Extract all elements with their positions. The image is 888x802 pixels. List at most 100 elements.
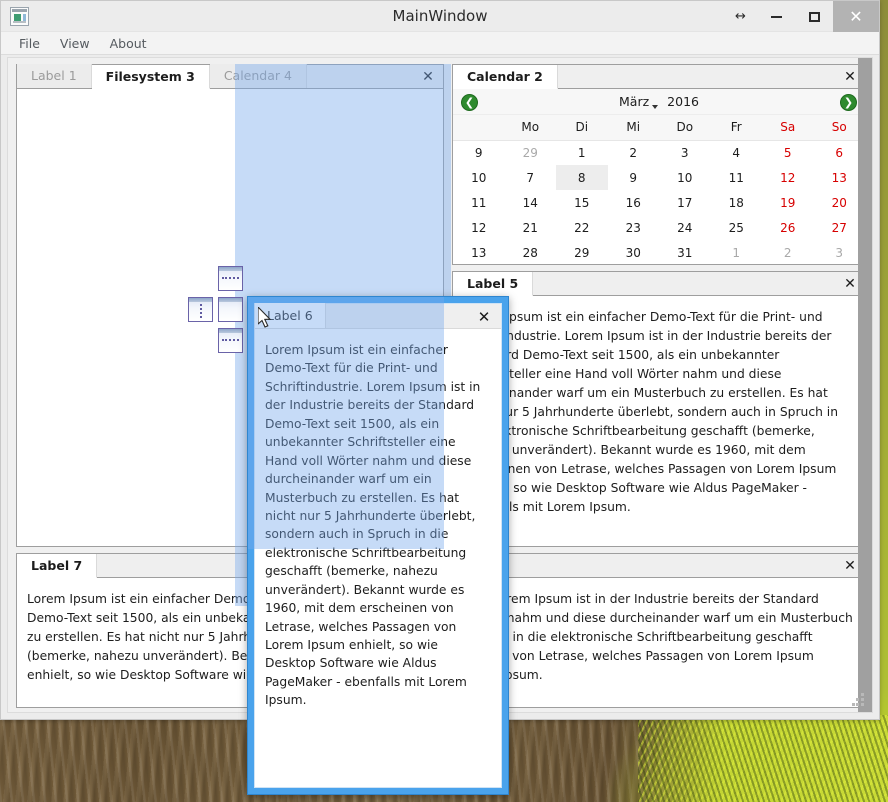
calendar-week-number: 11	[471, 195, 487, 210]
calendar-day-cell[interactable]: 9	[608, 165, 660, 190]
calendar-week-number: 10	[471, 170, 487, 185]
label5-body: Lorem Ipsum ist ein einfacher Demo-Text …	[453, 296, 865, 546]
resize-grip[interactable]	[852, 693, 866, 707]
calendar-day-cell[interactable]: 1	[556, 140, 608, 165]
panel-calendar-2: Calendar 2 ✕ ❮ März 2016 ❯ Mo Di Mi Do Fr Sa So…	[452, 64, 866, 265]
calendar-day-header: Mo	[504, 115, 556, 141]
tab-calendar-2[interactable]: Calendar 2	[453, 65, 558, 89]
calendar-week-row: 9 29 1 2 3 4 5 6	[453, 140, 865, 165]
calendar-grid: Mo Di Mi Do Fr Sa So 9 29 1 2 3 4 5 6 10 7 8 9 10 11 12 13 11 1…	[453, 115, 865, 264]
label5-close-icon[interactable]: ✕	[841, 275, 859, 293]
calendar-week-number: 13	[471, 245, 487, 260]
filesystem-close-icon[interactable]: ✕	[419, 68, 437, 86]
tab-label-7[interactable]: Label 7	[17, 554, 98, 578]
calendar-day-cell[interactable]: 23	[608, 215, 660, 240]
menu-item-view[interactable]: View	[50, 32, 100, 55]
dialog-close-icon[interactable]: ✕	[475, 308, 493, 326]
calendar-day-cell[interactable]: 3	[659, 140, 711, 165]
minimize-button[interactable]	[757, 1, 795, 32]
mouse-cursor	[258, 307, 274, 331]
calendar-day-cell[interactable]: 15	[556, 190, 608, 215]
dialog-text: Lorem Ipsum ist ein einfacher Demo-Text …	[255, 329, 501, 787]
calendar-close-icon[interactable]: ✕	[841, 68, 859, 86]
tab-filesystem-3[interactable]: Filesystem 3	[91, 65, 210, 89]
calendar-day-cell[interactable]: 29	[505, 140, 557, 165]
calendar-day-cell[interactable]: 26	[762, 215, 814, 240]
tab-label-5[interactable]: Label 5	[453, 272, 534, 296]
calendar-day-cell[interactable]: 4	[711, 140, 763, 165]
window-controls: ↔ ✕	[723, 1, 879, 32]
calendar-day-cell[interactable]: 2	[762, 240, 814, 264]
calendar-body: ❮ März 2016 ❯ Mo Di Mi Do Fr Sa So 9 29 1 2 3 4 5 6 10 7…	[453, 89, 865, 264]
calendar-day-cell[interactable]: 17	[659, 190, 711, 215]
calendar-day-cell[interactable]: 24	[659, 215, 711, 240]
calendar-day-header: Di	[556, 115, 608, 141]
dock-zone-bottom-icon[interactable]	[218, 328, 243, 353]
maximize-icon	[808, 11, 820, 22]
calendar-day-cell[interactable]: 12	[762, 165, 814, 190]
calendar-day-cell[interactable]: 29	[556, 240, 608, 264]
calendar-week-col-header	[453, 115, 505, 141]
panel-label-5: Label 5 ✕ Lorem Ipsum ist ein einfacher …	[452, 271, 866, 547]
calendar-day-cell[interactable]: 22	[556, 215, 608, 240]
calendar-day-cell[interactable]: 19	[762, 190, 814, 215]
calendar-prev-month-icon[interactable]: ❮	[461, 94, 478, 111]
calendar-day-cell[interactable]: 8	[556, 165, 608, 190]
tab-calendar-4[interactable]: Calendar 4	[209, 64, 307, 88]
dock-zone-left-icon[interactable]	[188, 297, 213, 322]
calendar-day-cell[interactable]: 21	[505, 215, 557, 240]
floating-dialog-label-6: Label 6 ✕ Lorem Ipsum ist ein einfacher …	[247, 296, 509, 795]
calendar-day-cell[interactable]: 10	[659, 165, 711, 190]
calendar-day-cell[interactable]: 18	[711, 190, 763, 215]
resize-arrows-glyph: ↔	[735, 9, 746, 24]
calendar-day-cell[interactable]: 2	[608, 140, 660, 165]
calendar-tab-bar: Calendar 2 ✕	[453, 65, 865, 89]
calendar-week-row: 11 14 15 16 17 18 19 20	[453, 190, 865, 215]
calendar-day-cell[interactable]: 14	[505, 190, 557, 215]
calendar-month[interactable]: März	[619, 94, 649, 109]
label7-close-icon[interactable]: ✕	[841, 557, 859, 575]
tab-label-1[interactable]: Label 1	[17, 64, 92, 88]
calendar-day-header: Sa	[762, 115, 814, 141]
calendar-day-cell[interactable]: 28	[505, 240, 557, 264]
menu-item-about[interactable]: About	[100, 32, 157, 55]
dialog-tab-bar: Label 6 ✕	[255, 303, 501, 329]
calendar-day-cell[interactable]: 7	[505, 165, 557, 190]
calendar-day-header: Do	[659, 115, 711, 141]
calendar-day-cell[interactable]: 1	[711, 240, 763, 264]
calendar-day-cell[interactable]: 30	[608, 240, 660, 264]
resize-arrows-icon[interactable]: ↔	[723, 1, 757, 32]
title-bar[interactable]: MainWindow ↔ ✕	[1, 1, 879, 32]
calendar-header-row: Mo Di Mi Do Fr Sa So	[453, 115, 865, 141]
calendar-week-row: 12 21 22 23 24 25 26 27	[453, 215, 865, 240]
filesystem-tab-bar: Label 1 Filesystem 3 Calendar 4 ✕	[17, 64, 443, 89]
close-button[interactable]: ✕	[833, 1, 879, 32]
wallpaper-vegetation	[638, 715, 888, 802]
dock-zone-center-icon[interactable]	[218, 297, 243, 322]
calendar-year[interactable]: 2016	[667, 94, 699, 109]
label5-text: Lorem Ipsum ist ein einfacher Demo-Text …	[463, 310, 839, 515]
calendar-day-cell[interactable]: 16	[608, 190, 660, 215]
menu-bar: File View About	[1, 32, 879, 55]
calendar-header: ❮ März 2016 ❯	[453, 89, 865, 115]
calendar-week-row: 10 7 8 9 10 11 12 13	[453, 165, 865, 190]
calendar-day-cell[interactable]: 25	[711, 215, 763, 240]
dock-zone-top-icon[interactable]	[218, 266, 243, 291]
label5-tab-bar: Label 5 ✕	[453, 272, 865, 296]
calendar-title: März 2016	[453, 94, 865, 109]
maximize-button[interactable]	[795, 1, 833, 32]
calendar-day-header: Mi	[607, 115, 659, 141]
close-icon: ✕	[849, 6, 863, 26]
menu-item-file[interactable]: File	[9, 32, 50, 55]
calendar-day-cell[interactable]: 11	[711, 165, 763, 190]
calendar-day-cell[interactable]: 31	[659, 240, 711, 264]
calendar-next-month-icon[interactable]: ❯	[840, 94, 857, 111]
calendar-week-row: 13 28 29 30 31 1 2 3	[453, 240, 865, 264]
calendar-day-cell[interactable]: 5	[762, 140, 814, 165]
dialog-inner: Label 6 ✕ Lorem Ipsum ist ein einfacher …	[254, 303, 502, 788]
calendar-week-number: 12	[471, 220, 487, 235]
minimize-icon	[770, 15, 782, 18]
calendar-week-number: 9	[474, 145, 483, 160]
right-splitter[interactable]	[858, 58, 872, 712]
calendar-day-header: Fr	[710, 115, 762, 141]
